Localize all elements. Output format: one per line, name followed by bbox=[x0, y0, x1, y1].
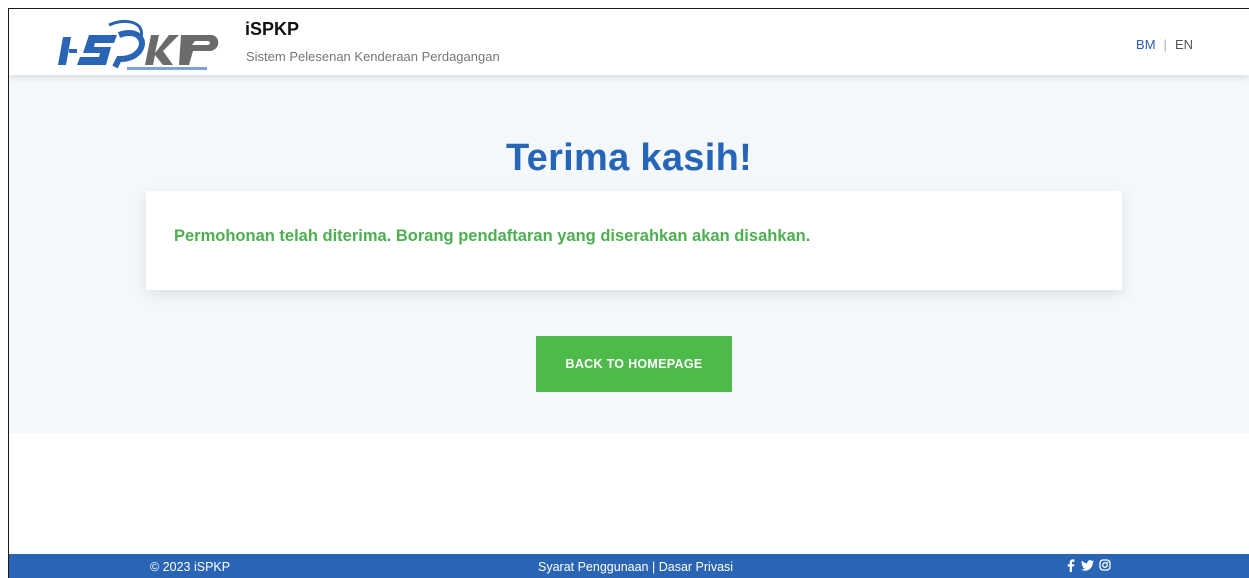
language-switcher: BM | EN bbox=[1136, 37, 1193, 52]
facebook-icon[interactable] bbox=[1064, 558, 1077, 572]
terms-link[interactable]: Syarat Penggunaan bbox=[538, 560, 649, 574]
twitter-icon[interactable] bbox=[1081, 558, 1094, 572]
ispkp-logo[interactable] bbox=[49, 15, 229, 73]
site-footer: © 2023 iSPKP Syarat Penggunaan | Dasar P… bbox=[9, 554, 1249, 578]
confirmation-card: Permohonan telah diterima. Borang pendaf… bbox=[146, 191, 1122, 290]
page-frame: iSPKP Sistem Pelesenan Kenderaan Perdaga… bbox=[8, 8, 1249, 578]
main-section: Terima kasih! Permohonan telah diterima.… bbox=[9, 75, 1249, 433]
social-links bbox=[1064, 558, 1111, 572]
lang-separator: | bbox=[1163, 37, 1167, 52]
site-header: iSPKP Sistem Pelesenan Kenderaan Perdaga… bbox=[9, 9, 1249, 75]
confirmation-message: Permohonan telah diterima. Borang pendaf… bbox=[174, 227, 811, 245]
page-title: Terima kasih! bbox=[505, 137, 753, 179]
app-subtitle: Sistem Pelesenan Kenderaan Perdagangan bbox=[246, 49, 500, 64]
back-to-homepage-button[interactable]: BACK TO HOMEPAGE bbox=[536, 336, 732, 392]
copyright-text: © 2023 iSPKP bbox=[150, 560, 231, 574]
lang-bm-link[interactable]: BM bbox=[1136, 37, 1156, 52]
app-title: iSPKP bbox=[245, 19, 300, 39]
privacy-link[interactable]: Dasar Privasi bbox=[659, 560, 733, 574]
lang-en-link[interactable]: EN bbox=[1175, 37, 1193, 52]
footer-link-separator: | bbox=[652, 560, 656, 574]
instagram-icon[interactable] bbox=[1098, 558, 1111, 572]
logo-graphic bbox=[58, 20, 219, 70]
footer-links: Syarat Penggunaan | Dasar Privasi bbox=[538, 560, 733, 574]
